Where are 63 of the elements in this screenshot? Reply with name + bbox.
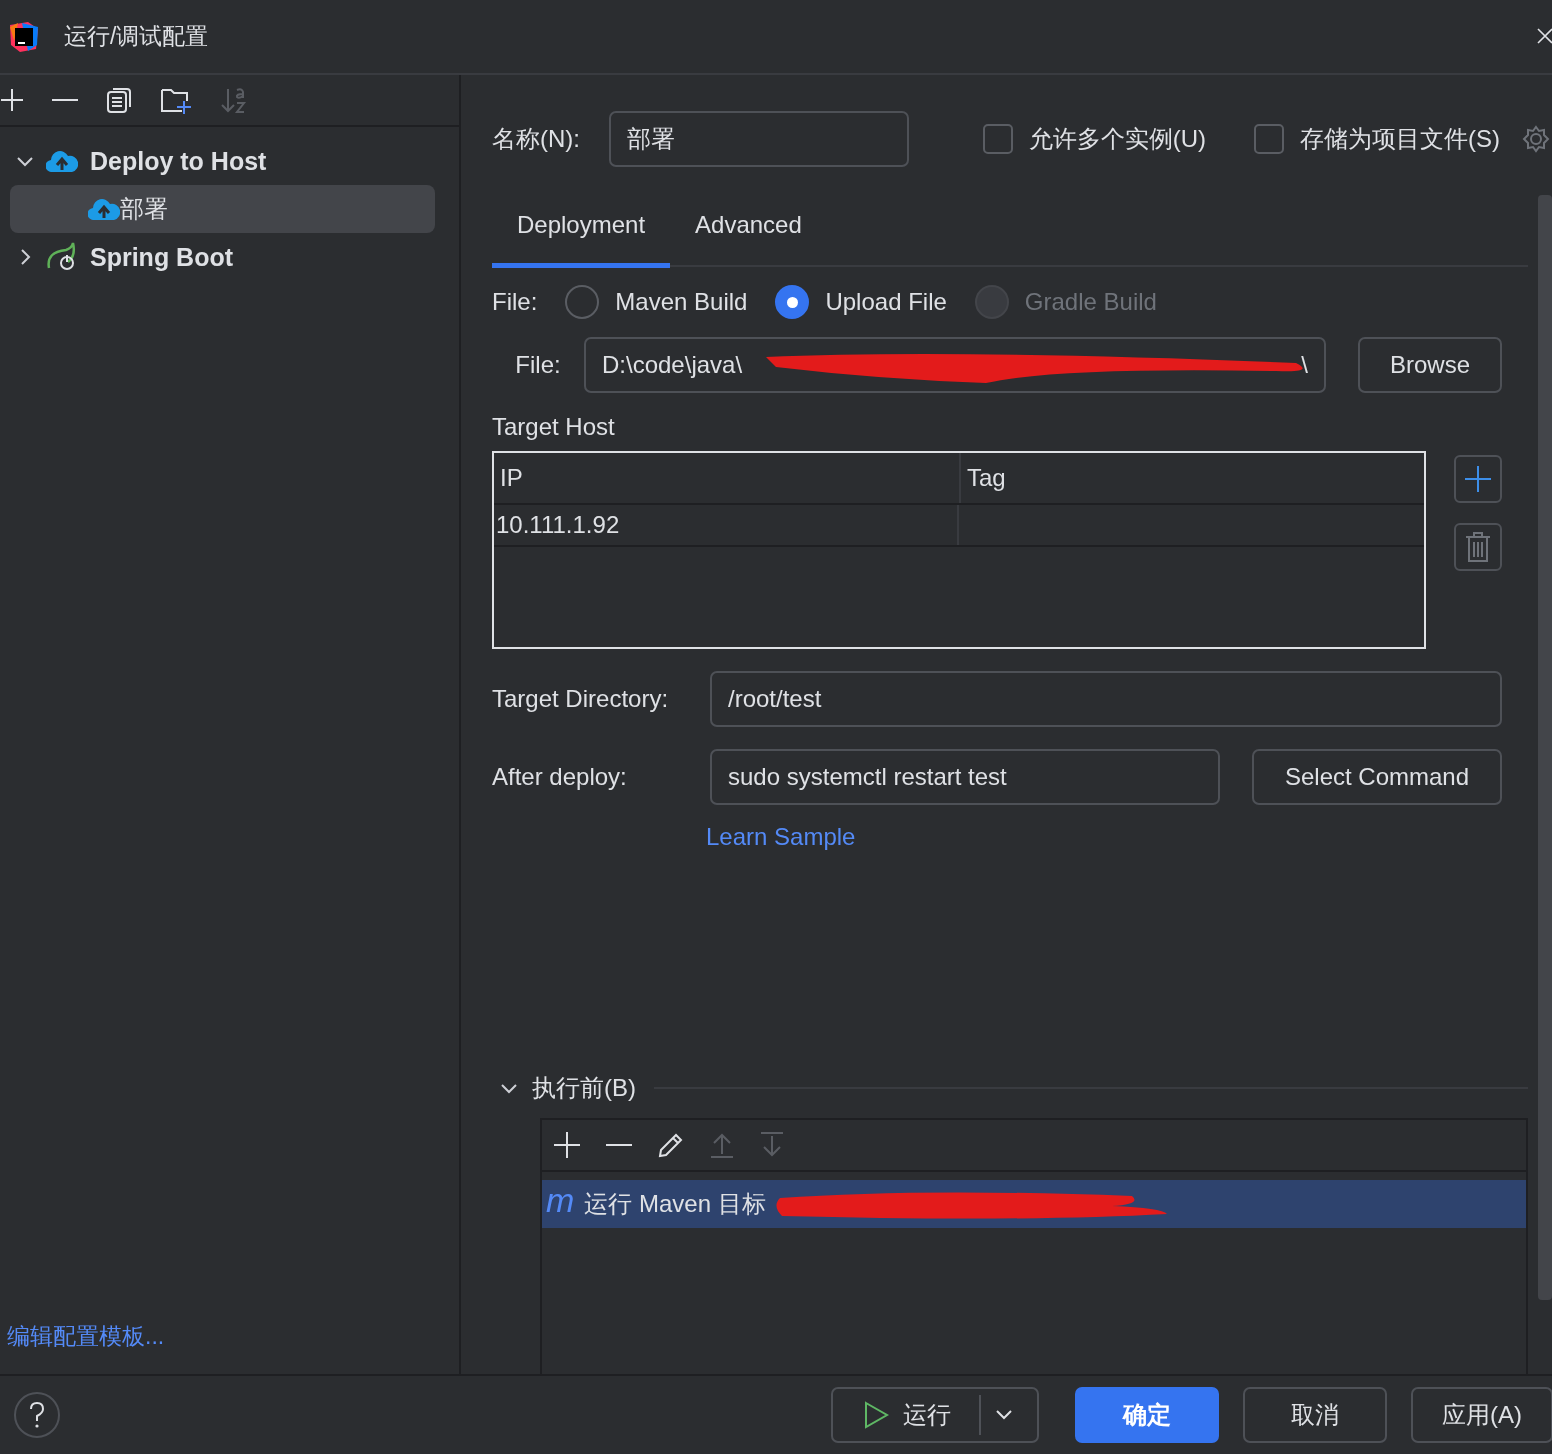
remove-icon[interactable] — [606, 1143, 632, 1147]
radio-button[interactable] — [775, 285, 810, 319]
radio-label: Upload File — [825, 288, 947, 316]
edit-templates-link[interactable]: 编辑配置模板... — [0, 1321, 459, 1374]
file-source-label: File: — [492, 288, 538, 316]
radio-label: Gradle Build — [1024, 288, 1157, 316]
add-host-button[interactable] — [1454, 455, 1502, 503]
task-label: 运行 Maven 目标 — [584, 1189, 766, 1219]
trash-icon — [1465, 532, 1491, 562]
app-logo-icon — [8, 20, 40, 53]
delete-host-button[interactable] — [1454, 523, 1502, 571]
select-command-button[interactable]: Select Command — [1252, 749, 1502, 805]
section-title: Target Host — [492, 413, 616, 441]
add-icon — [1464, 465, 1492, 493]
checkbox-label: 存储为项目文件(S) — [1300, 124, 1500, 154]
checkbox[interactable] — [982, 124, 1013, 154]
cloud-upload-icon — [88, 198, 120, 220]
new-folder-icon[interactable] — [160, 86, 192, 114]
checkbox[interactable] — [1254, 124, 1284, 154]
run-button[interactable]: 运行 — [831, 1387, 1039, 1443]
learn-sample-link[interactable]: Learn Sample — [706, 823, 1502, 851]
name-field[interactable]: 部署 — [609, 111, 909, 167]
tree-item-label: 部署 — [120, 194, 168, 224]
maven-icon: m — [542, 1180, 577, 1228]
table-cell: 10.111.1.92 — [494, 505, 959, 545]
help-button[interactable] — [14, 1392, 60, 1438]
tab[interactable]: Deployment — [492, 197, 671, 268]
apply-button[interactable]: 应用(A) — [1411, 1387, 1552, 1443]
task-row[interactable]: m 运行 Maven 目标 — [542, 1180, 1526, 1228]
section-title: 执行前(B) — [532, 1073, 636, 1103]
copy-icon[interactable] — [106, 87, 132, 113]
column-header[interactable]: IP — [494, 453, 961, 503]
file-path-field[interactable]: D:\code\java\ \ — [584, 337, 1326, 393]
file-path-end: \ — [1301, 351, 1308, 379]
radio-label: Maven Build — [615, 288, 748, 316]
add-icon[interactable] — [0, 88, 24, 112]
ok-button[interactable]: 确定 — [1075, 1387, 1219, 1443]
leaf-power-icon — [46, 242, 78, 272]
after-deploy-label: After deploy: — [492, 763, 628, 791]
edit-icon[interactable] — [658, 1132, 684, 1158]
scrollbar[interactable] — [1538, 195, 1552, 1300]
cancel-button[interactable]: 取消 — [1243, 1387, 1387, 1443]
window-title: 运行/调试配置 — [64, 22, 209, 51]
tree-item-row[interactable]: 部署 — [10, 185, 435, 233]
cloud-upload-icon — [46, 150, 78, 172]
target-directory-field[interactable]: /root/test — [710, 671, 1502, 727]
name-label: 名称(N): — [492, 124, 581, 154]
add-icon[interactable] — [554, 1132, 580, 1158]
command-field[interactable]: sudo systemctl restart test — [710, 749, 1220, 805]
browse-button[interactable]: Browse — [1358, 337, 1502, 393]
tab[interactable]: Advanced — [670, 197, 827, 268]
remove-icon[interactable] — [52, 98, 78, 102]
checkbox-label: 允许多个实例(U) — [1028, 124, 1206, 154]
tree-item[interactable]: Spring Boot — [90, 242, 234, 272]
column-header[interactable]: Tag — [961, 453, 1424, 503]
file-label: File: — [514, 351, 562, 379]
tree-item[interactable]: Deploy to Host — [90, 146, 267, 176]
play-icon — [863, 1401, 889, 1429]
file-path-text: D:\code\java\ — [602, 351, 743, 379]
target-directory-label: Target Directory: — [492, 685, 670, 713]
radio-button[interactable] — [565, 285, 600, 319]
question-mark-icon — [29, 1402, 45, 1428]
settings-icon[interactable] — [1522, 125, 1550, 153]
